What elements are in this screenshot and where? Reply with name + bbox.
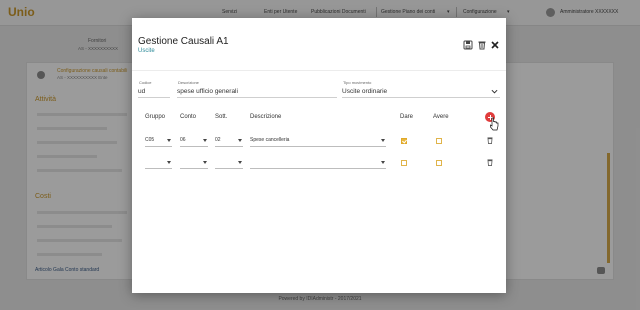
row1-gruppo-select[interactable]: C05 <box>145 135 172 147</box>
codice-value: ud <box>138 88 146 95</box>
row2-dare-checkbox[interactable] <box>401 160 407 166</box>
row2-avere-checkbox[interactable] <box>436 160 442 166</box>
column-dare: Dare <box>400 114 414 120</box>
descrizione-field[interactable]: spese ufficio generali <box>177 85 337 98</box>
row1-avere-checkbox[interactable] <box>436 138 442 144</box>
chevron-down-icon <box>491 89 498 94</box>
modal-divider <box>132 70 506 71</box>
modal-subtitle: Uscite <box>138 48 155 54</box>
save-icon[interactable] <box>463 40 473 50</box>
row2-conto-select[interactable] <box>180 157 208 169</box>
caret-down-icon <box>381 139 385 142</box>
cursor-icon <box>490 117 499 131</box>
row1-dare-checkbox[interactable] <box>401 138 407 144</box>
tipo-movimento-select[interactable]: Uscite ordinarie <box>342 85 500 98</box>
caret-down-icon <box>203 139 207 142</box>
caret-down-icon <box>203 161 207 164</box>
row2-sott-select[interactable] <box>215 157 243 169</box>
row1-sott-value: 02 <box>215 137 221 143</box>
row1-trash-icon[interactable] <box>487 137 493 144</box>
row1-descrizione-value: Spese cancelleria <box>250 137 290 143</box>
tipo-movimento-value: Uscite ordinarie <box>342 88 388 95</box>
row1-conto-value: 06 <box>180 137 186 143</box>
column-conto: Conto <box>180 114 197 120</box>
row2-descrizione-select[interactable] <box>250 157 386 169</box>
column-gruppo: Gruppo <box>145 114 166 120</box>
row1-conto-select[interactable]: 06 <box>180 135 208 147</box>
caret-down-icon <box>167 161 171 164</box>
row1-sott-select[interactable]: 02 <box>215 135 243 147</box>
gestione-causali-modal: Gestione Causali A1 Uscite Codice ud Des… <box>132 18 506 293</box>
codice-field[interactable]: ud <box>138 85 170 98</box>
column-descrizione: Descrizione <box>250 114 282 120</box>
trash-icon[interactable] <box>477 40 487 50</box>
row1-gruppo-value: C05 <box>145 137 155 143</box>
caret-down-icon <box>238 139 242 142</box>
caret-down-icon <box>167 139 171 142</box>
row2-trash-icon[interactable] <box>487 159 493 166</box>
column-avere: Avere <box>433 114 449 120</box>
close-icon[interactable] <box>490 40 500 50</box>
row1-descrizione-select[interactable]: Spese cancelleria <box>250 135 386 147</box>
caret-down-icon <box>238 161 242 164</box>
descrizione-value: spese ufficio generali <box>177 88 238 95</box>
caret-down-icon <box>381 161 385 164</box>
column-sott: Sott. <box>215 114 228 120</box>
row2-gruppo-select[interactable] <box>145 157 172 169</box>
modal-title: Gestione Causali A1 <box>138 36 229 47</box>
